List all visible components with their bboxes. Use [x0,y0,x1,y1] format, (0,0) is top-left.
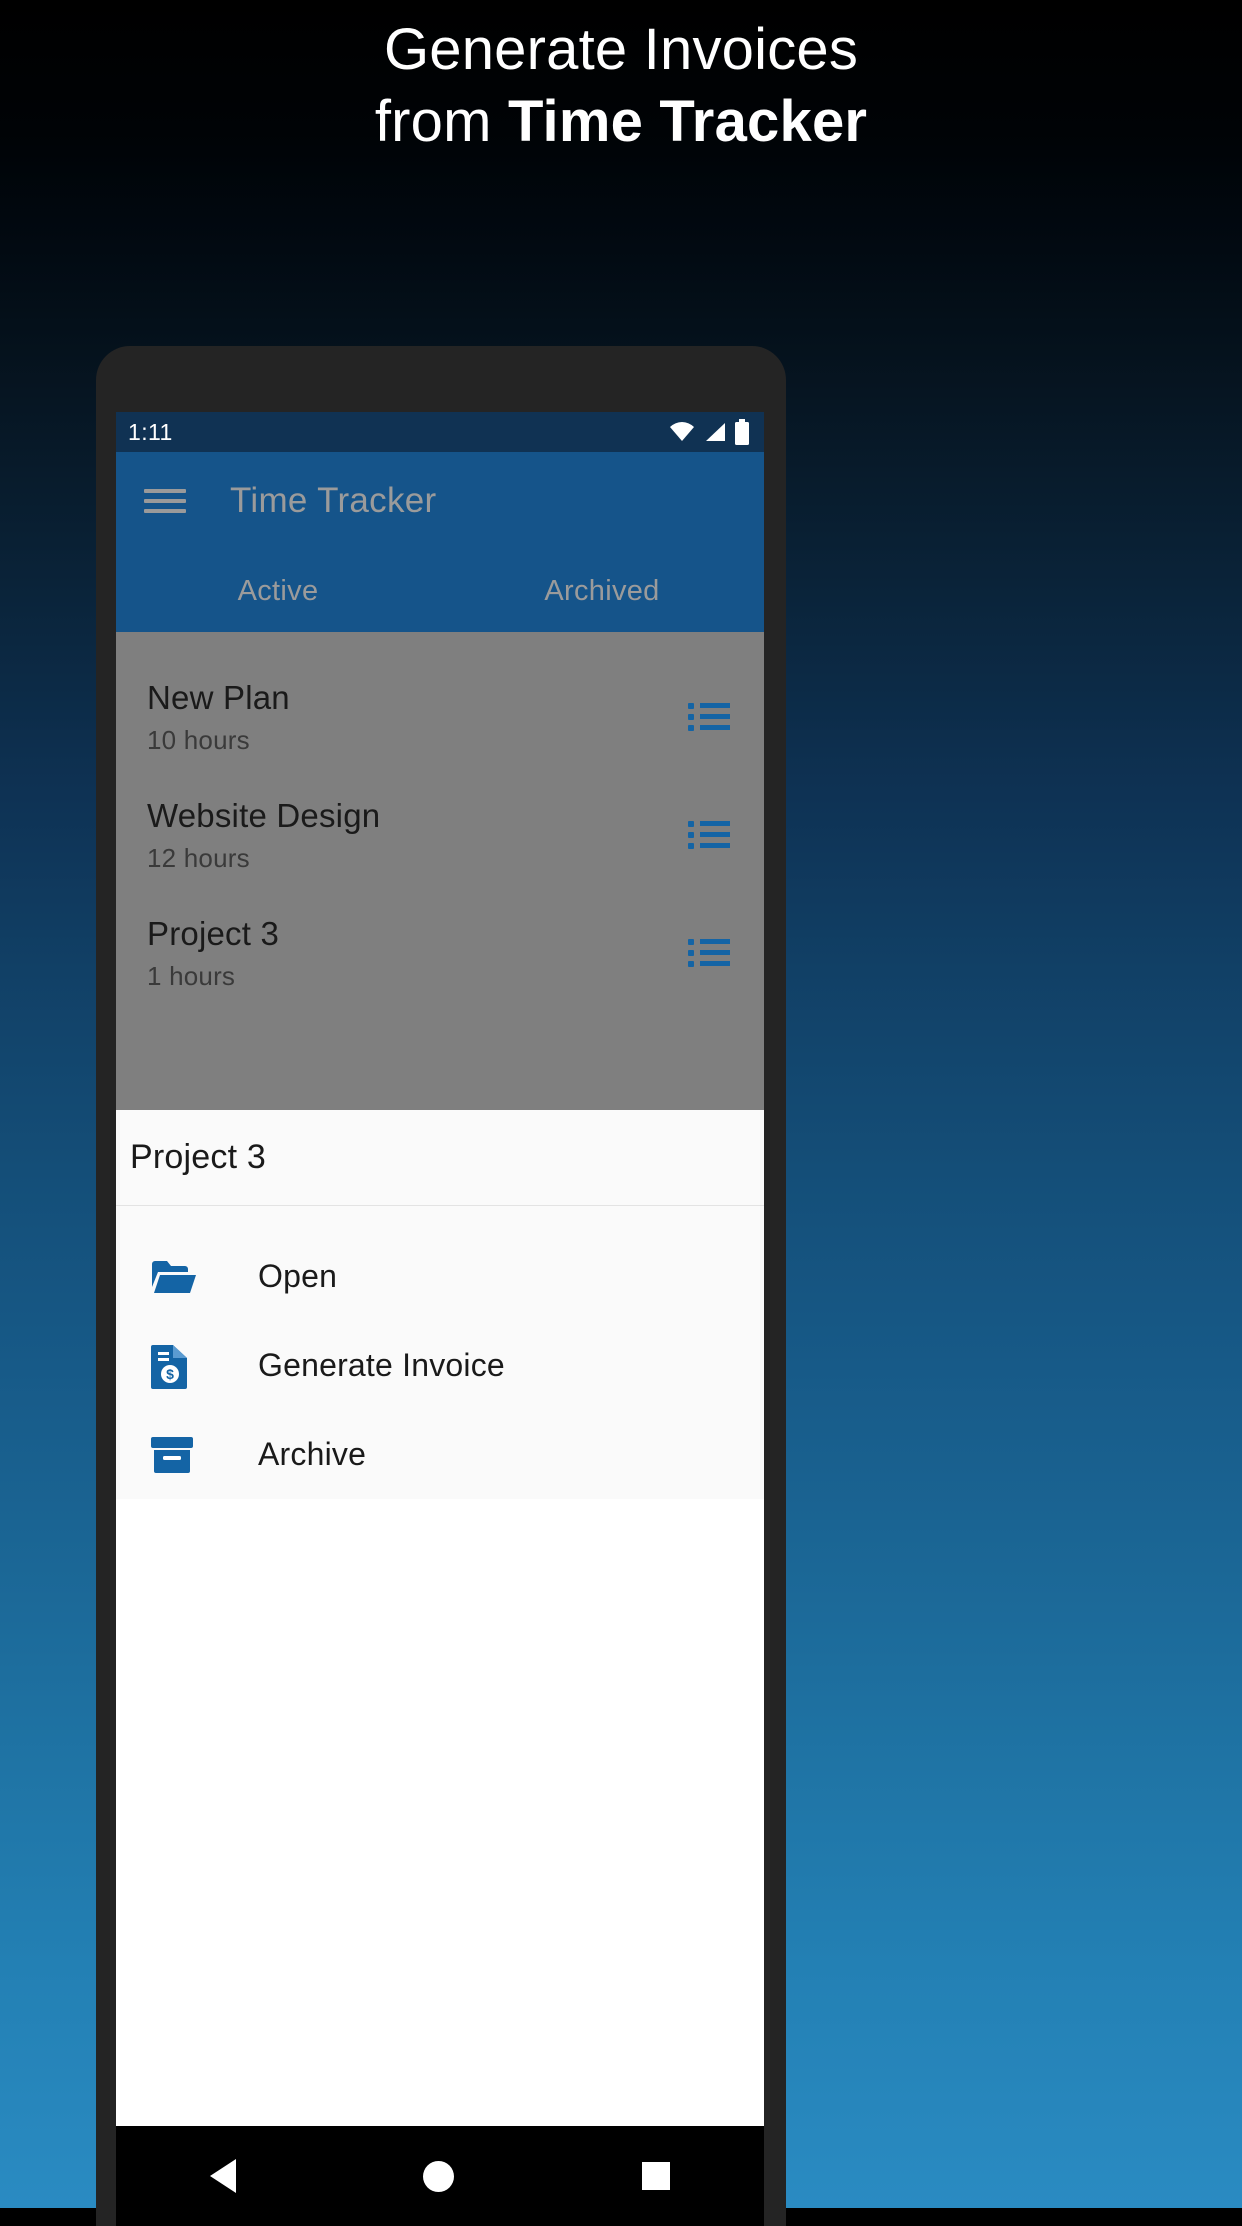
status-clock: 1:11 [128,418,173,445]
back-triangle-icon[interactable] [209,2159,236,2193]
app-bar-title: Time Tracker [230,481,437,520]
phone-screen: 1:11 Time Tracker Active Archived New Pl… [116,412,764,2226]
list-item-texts: New Plan 10 hours [147,679,290,756]
svg-text:$: $ [166,1366,174,1382]
menu-item-label: Open [258,1258,338,1294]
list-item-subtitle: 12 hours [147,842,250,873]
headline-line-2: from Time Tracker [0,86,1242,158]
tab-archived[interactable]: Archived [440,550,764,632]
app-bar: Time Tracker Active Archived [116,452,764,632]
bottom-sheet-title: Project 3 [116,1110,764,1206]
tab-bar: Active Archived [116,550,764,632]
project-list: New Plan 10 hours Website Design 12 hour… [116,632,764,1110]
archive-box-icon [150,1435,206,1475]
list-icon[interactable] [688,701,730,733]
signal-icon [706,423,725,441]
list-item-texts: Project 3 1 hours [147,915,279,992]
battery-icon [735,419,749,445]
list-item-subtitle: 10 hours [147,724,250,755]
system-navigation-bar [116,2126,764,2226]
list-item[interactable]: Website Design 12 hours [116,777,764,893]
list-item-subtitle: 1 hours [147,960,236,991]
menu-item-label: Generate Invoice [258,1347,505,1383]
tab-active[interactable]: Active [116,550,440,632]
menu-item-generate-invoice[interactable]: $ Generate Invoice [116,1321,764,1410]
wifi-icon [670,422,694,441]
list-item-title: Project 3 [147,914,280,952]
recents-square-icon[interactable] [642,2162,671,2190]
phone-frame: 1:11 Time Tracker Active Archived New Pl… [96,346,786,2226]
bottom-sheet: Project 3 Open $ Generate Invoice Archiv… [116,1110,764,1499]
list-item[interactable]: New Plan 10 hours [116,659,764,775]
list-item-title: Website Design [147,796,381,834]
headline-line-1: Generate Invoices [383,17,859,82]
folder-open-icon [150,1257,206,1297]
invoice-document-icon: $ [150,1343,206,1389]
list-item[interactable]: Project 3 1 hours [116,895,764,1011]
list-icon[interactable] [688,819,730,851]
menu-item-label: Archive [258,1436,367,1472]
headline-line-2-prefix: from [374,89,508,154]
app-bar-top: Time Tracker [116,452,764,550]
status-bar: 1:11 [116,412,764,452]
list-top-spacer [116,632,764,633]
list-item-title: New Plan [147,678,290,716]
list-icon[interactable] [688,937,730,969]
status-icons [668,419,750,445]
headline-line-2-bold: Time Tracker [507,89,868,154]
menu-item-archive[interactable]: Archive [116,1410,764,1499]
hamburger-menu-icon[interactable] [144,486,186,516]
menu-item-open[interactable]: Open [116,1232,764,1321]
home-circle-icon[interactable] [423,2160,455,2192]
promo-headline: Generate Invoices from Time Tracker [0,14,1242,158]
list-item-texts: Website Design 12 hours [147,797,380,874]
